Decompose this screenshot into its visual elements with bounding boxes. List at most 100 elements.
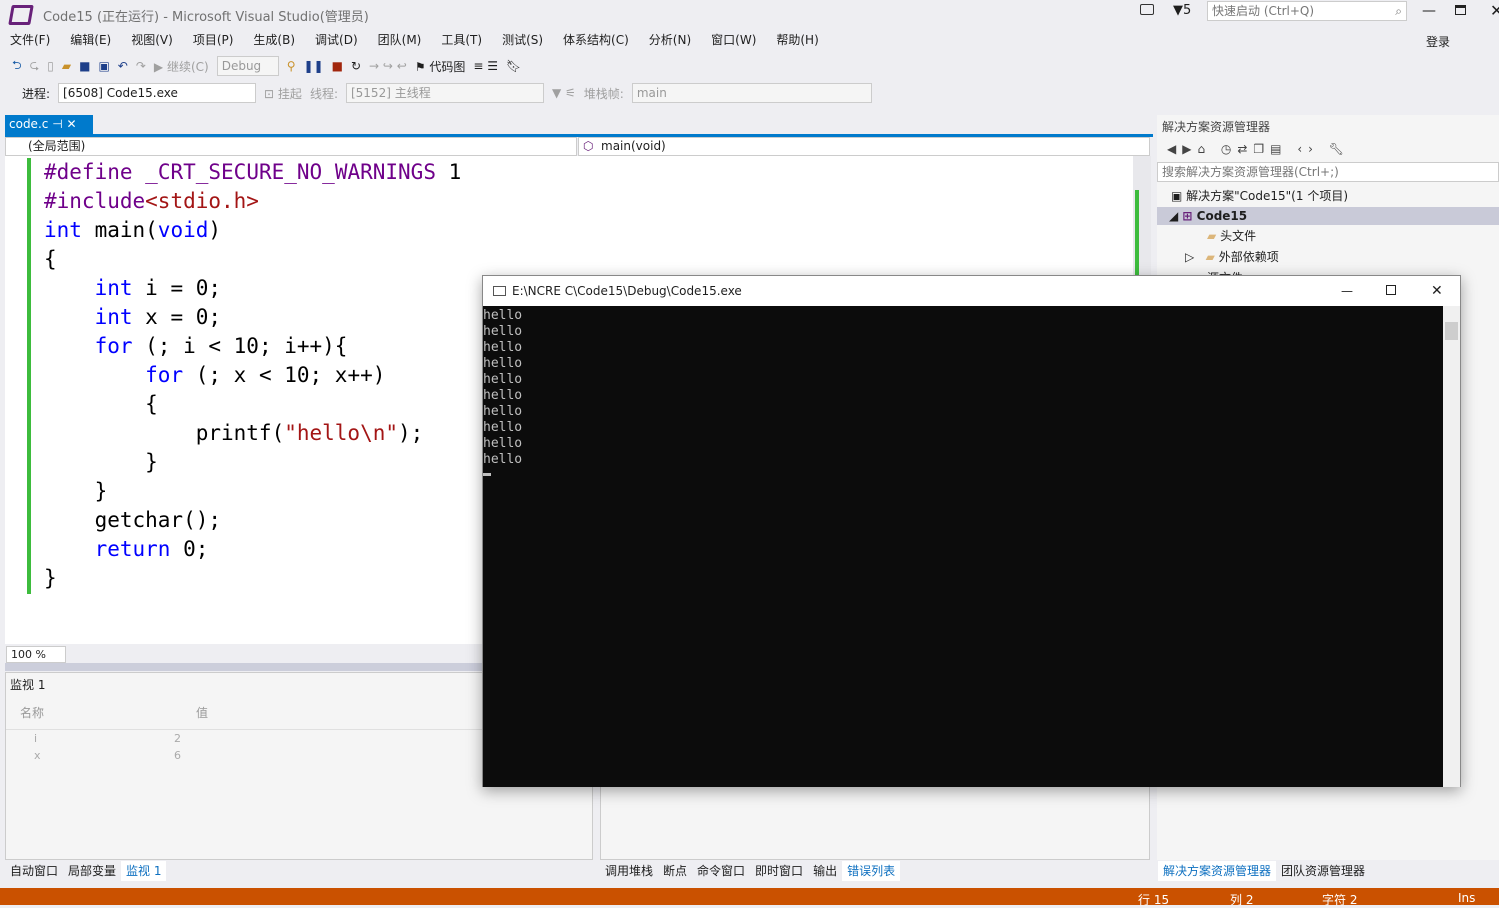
- menu-project[interactable]: 项目(P): [183, 31, 244, 49]
- restart-icon[interactable]: ↻: [351, 59, 361, 73]
- function-dropdown[interactable]: ⬡ main(void): [578, 137, 1150, 156]
- console-minimize[interactable]: —: [1341, 284, 1353, 298]
- pin-icon[interactable]: ⊣: [52, 117, 62, 131]
- function-icon: ⬡: [583, 139, 594, 153]
- back-icon[interactable]: ⮌: [12, 56, 22, 77]
- continue-label: 继续(C): [166, 59, 209, 74]
- console-line: hello: [483, 404, 523, 419]
- tab-command[interactable]: 命令窗口: [692, 861, 750, 881]
- watch-name: i: [34, 732, 38, 745]
- se-search-input[interactable]: 搜索解决方案资源管理器(Ctrl+;): [1157, 162, 1499, 182]
- process-select[interactable]: [6508] Code15.exe: [58, 83, 257, 103]
- menu-file[interactable]: 文件(F): [0, 31, 60, 49]
- stop-icon[interactable]: ■: [332, 59, 343, 73]
- menu-test[interactable]: 测试(S): [492, 31, 553, 49]
- cursor: [483, 473, 491, 476]
- tab-output[interactable]: 输出: [808, 861, 842, 881]
- tab-solution-explorer[interactable]: 解决方案资源管理器: [1158, 861, 1277, 881]
- tab-breakpoints[interactable]: 断点: [658, 861, 692, 881]
- status-col: 列 2: [1230, 893, 1254, 907]
- sign-in-link[interactable]: 登录: [1426, 33, 1450, 50]
- menu-tools[interactable]: 工具(T): [431, 31, 492, 49]
- thread-select[interactable]: [5152] 主线程: [345, 83, 544, 103]
- tab-label: code.c: [9, 117, 49, 131]
- window-title: Code15 (正在运行) - Microsoft Visual Studio(…: [43, 10, 369, 25]
- forward-icon[interactable]: ⮎: [30, 56, 40, 77]
- status-char: 字符 2: [1322, 893, 1358, 907]
- continue-button[interactable]: ▶ 继续(C): [154, 58, 209, 75]
- menu-window[interactable]: 窗口(W): [701, 31, 766, 49]
- menu-debug[interactable]: 调试(D): [305, 31, 368, 49]
- watch-name: x: [34, 749, 41, 762]
- save-icon[interactable]: ■: [79, 59, 90, 73]
- config-select[interactable]: Debug: [216, 56, 279, 76]
- menu-architecture[interactable]: 体系结构(C): [553, 31, 639, 49]
- console-line: hello: [483, 308, 523, 323]
- suspend-button[interactable]: ⊡ 挂起: [264, 85, 302, 102]
- bookmark-icon[interactable]: 🔖︎: [506, 59, 521, 73]
- notifications[interactable]: ▼5: [1173, 3, 1191, 18]
- folder-node[interactable]: ▷ ▰ 外部依赖项: [1157, 246, 1499, 267]
- change-marker: [27, 158, 31, 594]
- vs-logo: [8, 5, 34, 25]
- menu-view[interactable]: 视图(V): [121, 31, 183, 49]
- function-label: main(void): [601, 139, 666, 153]
- console-line: hello: [483, 436, 523, 451]
- comment-icon[interactable]: ≡ ☰: [473, 59, 498, 73]
- tab-close-icon[interactable]: ✕: [66, 117, 76, 131]
- menu-team[interactable]: 团队(M): [368, 31, 432, 49]
- minimize-button[interactable]: —: [1422, 3, 1436, 19]
- folder-node[interactable]: ▰ 头文件: [1157, 225, 1499, 246]
- tab-call-stack[interactable]: 调用堆栈: [600, 861, 658, 881]
- stack-frame-label: 堆栈帧:: [583, 86, 624, 101]
- console-close[interactable]: ✕: [1431, 283, 1443, 299]
- tab-error-list[interactable]: 错误列表: [842, 861, 901, 881]
- maximize-button[interactable]: [1455, 5, 1466, 15]
- console-maximize[interactable]: [1386, 285, 1396, 295]
- tab-immediate[interactable]: 即时窗口: [750, 861, 808, 881]
- save-all-icon[interactable]: ▣: [98, 59, 109, 73]
- code-map-label: 代码图: [429, 59, 466, 74]
- folder-icon: ▰: [1207, 229, 1217, 243]
- code-map-button[interactable]: ⚑ 代码图: [415, 58, 466, 75]
- stack-frame-select[interactable]: main: [631, 83, 872, 103]
- redo-icon[interactable]: ↷: [136, 59, 146, 73]
- scope-dropdown[interactable]: (全局范围): [5, 137, 577, 156]
- console-title: E:\NCRE C\Code15\Debug\Code15.exe: [512, 284, 742, 298]
- close-button[interactable]: ✕: [1490, 1, 1499, 20]
- open-file-icon[interactable]: ▰: [62, 59, 71, 73]
- console-line: hello: [483, 420, 523, 435]
- new-project-icon[interactable]: ▯: [47, 59, 54, 73]
- tab-locals[interactable]: 局部变量: [63, 861, 121, 881]
- menu-analyze[interactable]: 分析(N): [639, 31, 701, 49]
- menu-edit[interactable]: 编辑(E): [60, 31, 121, 49]
- watch-value: 6: [174, 749, 181, 762]
- tab-watch1[interactable]: 监视 1: [121, 861, 167, 881]
- menu-build[interactable]: 生成(B): [243, 31, 305, 49]
- console-scrollbar[interactable]: [1443, 306, 1460, 787]
- zoom-select[interactable]: 100 %: [6, 646, 66, 663]
- console-titlebar[interactable]: E:\NCRE C\Code15\Debug\Code15.exe — ✕: [483, 276, 1460, 306]
- quick-launch-input[interactable]: 快速启动 (Ctrl+Q) ⌕: [1207, 1, 1407, 21]
- tab-code-c[interactable]: code.c ⊣ ✕: [5, 115, 93, 135]
- undo-icon[interactable]: ↶: [118, 59, 128, 73]
- status-line: 行 15: [1138, 893, 1170, 907]
- feedback-icon[interactable]: [1140, 4, 1154, 15]
- tab-team-explorer[interactable]: 团队资源管理器: [1276, 861, 1370, 881]
- code-text[interactable]: #define _CRT_SECURE_NO_WARNINGS 1 #inclu…: [44, 158, 461, 593]
- menu-help[interactable]: 帮助(H): [766, 31, 828, 49]
- thread-label: 线程:: [309, 86, 338, 101]
- status-mode: Ins: [1458, 891, 1476, 905]
- pause-icon[interactable]: ❚❚: [304, 59, 324, 73]
- error-list-panel: [600, 780, 1150, 860]
- solution-icon: ▣: [1171, 189, 1187, 203]
- solution-node[interactable]: ▣ 解决方案"Code15"(1 个项目): [1157, 184, 1499, 207]
- filter-icon[interactable]: ▼ ⚟: [552, 86, 576, 100]
- tab-autos[interactable]: 自动窗口: [5, 861, 63, 881]
- step-icon[interactable]: → ↪ ↩: [369, 59, 407, 73]
- project-node[interactable]: ◢ ⊞ Code15: [1157, 207, 1499, 225]
- watch-value: 2: [174, 732, 181, 745]
- console-window[interactable]: E:\NCRE C\Code15\Debug\Code15.exe — ✕ he…: [482, 275, 1461, 787]
- find-icon[interactable]: ⚲: [287, 59, 296, 73]
- console-output[interactable]: hello hello hello hello hello hello hello hello…: [483, 306, 1444, 787]
